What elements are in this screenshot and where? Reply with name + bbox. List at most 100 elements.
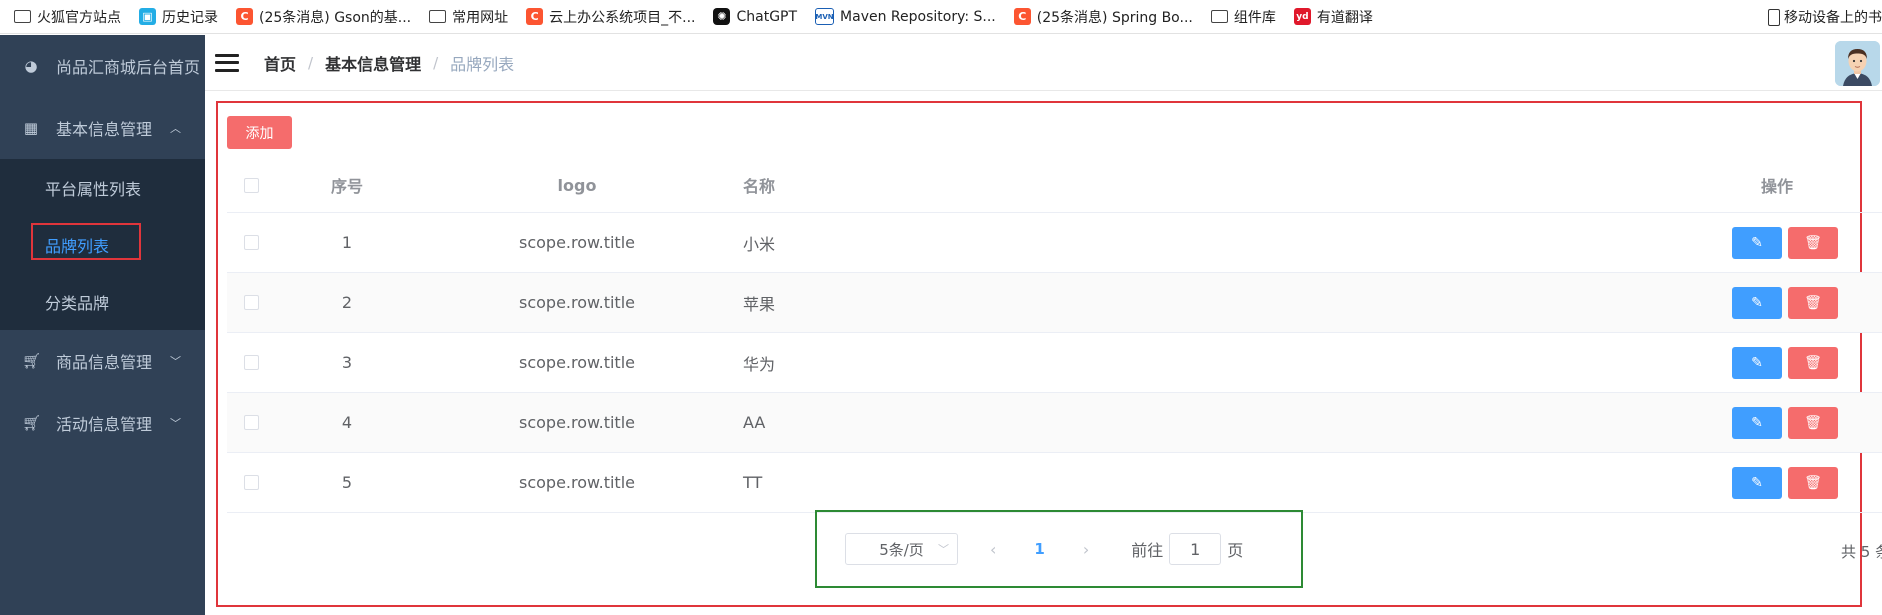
total-count: 共 5 条 xyxy=(1841,543,1882,561)
breadcrumb-current: 品牌列表 xyxy=(450,54,515,74)
row-index: 4 xyxy=(341,413,353,432)
sidebar-subitem-category-brand[interactable]: 分类品牌 xyxy=(0,273,205,330)
edit-icon: ✎ xyxy=(1751,354,1763,371)
header-index: 序号 xyxy=(330,177,363,196)
folder-icon xyxy=(429,10,447,23)
sidebar-subitem-brand-list[interactable]: 品牌列表 xyxy=(0,216,205,273)
table-row: 5 scope.row.title TT ✎ 🗑︎ xyxy=(227,453,1882,513)
delete-button[interactable]: 🗑︎ xyxy=(1788,466,1838,499)
avatar[interactable] xyxy=(1835,41,1880,86)
bookmark-label: ChatGPT xyxy=(736,8,798,25)
edit-button[interactable]: ✎ xyxy=(1732,226,1782,259)
edit-button[interactable]: ✎ xyxy=(1732,406,1782,439)
next-page-icon[interactable]: › xyxy=(1083,540,1089,559)
bookmark-label: 组件库 xyxy=(1233,9,1276,26)
page-number[interactable]: 1 xyxy=(1034,540,1044,558)
sidebar-item-home[interactable]: ◕ 尚品汇商城后台首页 xyxy=(0,35,205,97)
row-check-cell xyxy=(241,453,261,512)
prev-page-icon[interactable]: ‹ xyxy=(990,540,996,559)
goto-label: 前往 xyxy=(1131,541,1164,560)
row-name: 苹果 xyxy=(743,294,776,314)
bookmark-label: 常用网址 xyxy=(452,9,509,26)
bookmark-item[interactable]: ▣ 历史记录 xyxy=(139,7,218,27)
row-check-cell xyxy=(241,213,261,272)
mobile-bookmarks-label: 移动设备上的书 xyxy=(1784,10,1882,26)
brand-table: 序号 logo 名称 操作 1 scope.row.title 小米 ✎ 🗑︎ … xyxy=(227,158,1882,513)
bookmark-label: Maven Repository: S... xyxy=(840,8,996,25)
row-checkbox[interactable] xyxy=(243,475,259,490)
edit-icon: ✎ xyxy=(1751,414,1763,431)
edit-icon: ✎ xyxy=(1751,474,1763,491)
header-logo: logo xyxy=(557,175,597,195)
row-logo: scope.row.title xyxy=(518,233,635,252)
bookmark-item[interactable]: ✺ ChatGPT xyxy=(713,8,797,25)
row-checkbox[interactable] xyxy=(243,235,259,250)
sidebar-item-label: 基本信息管理 xyxy=(56,120,153,139)
sidebar-item-product-info[interactable]: 🛒︎ 商品信息管理 ﹀ xyxy=(0,330,205,392)
trash-icon: 🗑︎ xyxy=(1804,354,1822,371)
select-all-checkbox[interactable] xyxy=(243,177,259,193)
bookmark-label: 有道翻译 xyxy=(1316,9,1373,26)
bookmark-item[interactable]: C (25条消息) Spring Bo... xyxy=(1013,7,1193,27)
row-check-cell xyxy=(241,273,261,332)
add-button[interactable]: 添加 xyxy=(227,116,292,149)
bookmark-label: (25条消息) Gson的基... xyxy=(259,9,412,26)
row-index: 2 xyxy=(341,293,353,312)
breadcrumb-basic-info[interactable]: 基本信息管理 xyxy=(325,51,421,75)
delete-button[interactable]: 🗑︎ xyxy=(1788,346,1838,379)
sidebar-item-label: 活动信息管理 xyxy=(56,415,153,434)
row-name: 华为 xyxy=(743,354,776,374)
row-logo: scope.row.title xyxy=(518,413,635,432)
trash-icon: 🗑︎ xyxy=(1804,474,1822,491)
folder-icon xyxy=(1210,10,1228,23)
row-actions: ✎ 🗑︎ xyxy=(1732,333,1872,392)
delete-button[interactable]: 🗑︎ xyxy=(1788,406,1838,439)
grid-icon: ▦ xyxy=(23,119,39,137)
maven-icon: MVN xyxy=(815,8,835,25)
folder-icon xyxy=(14,10,31,23)
sidebar-item-activity-info[interactable]: 🛒︎ 活动信息管理 ﹀ xyxy=(0,392,205,454)
edit-button[interactable]: ✎ xyxy=(1732,346,1782,379)
cart-icon: 🛒︎ xyxy=(22,414,42,432)
breadcrumb-home[interactable]: 首页 xyxy=(264,51,296,75)
bookmark-item[interactable]: MVN Maven Repository: S... xyxy=(815,8,996,25)
table-row: 1 scope.row.title 小米 ✎ 🗑︎ xyxy=(227,213,1882,273)
header-name: 名称 xyxy=(743,177,776,196)
row-check-cell xyxy=(241,393,261,452)
sidebar-item-label: 商品信息管理 xyxy=(56,353,153,372)
row-checkbox[interactable] xyxy=(243,355,259,370)
sidebar-item-basic-info[interactable]: ▦ 基本信息管理 ︿ xyxy=(0,97,205,159)
cart-icon: 🛒︎ xyxy=(22,352,42,370)
bookmark-item[interactable]: 火狐官方站点 xyxy=(14,7,121,27)
edit-icon: ✎ xyxy=(1751,294,1763,311)
page-size-select[interactable]: 5条/页 ﹀ xyxy=(845,533,958,565)
sidebar-subitem-attr-list[interactable]: 平台属性列表 xyxy=(0,159,205,216)
table-header: 序号 logo 名称 操作 xyxy=(227,158,1882,213)
row-name: AA xyxy=(743,413,766,432)
mobile-bookmarks[interactable]: 移动设备上的书 xyxy=(1768,0,1882,33)
bookmark-item[interactable]: C 云上办公系统项目_不... xyxy=(526,7,695,27)
row-checkbox[interactable] xyxy=(243,415,259,430)
bookmark-item[interactable]: 常用网址 xyxy=(429,7,508,27)
pagination: 5条/页 ﹀ ‹ 1 › 前往 1 页 xyxy=(817,512,1301,586)
header-operations: 操作 xyxy=(1760,177,1793,196)
pagination-highlight-box: 5条/页 ﹀ ‹ 1 › 前往 1 页 xyxy=(815,510,1303,588)
phone-icon xyxy=(1768,8,1780,26)
row-checkbox[interactable] xyxy=(243,295,259,310)
edit-button[interactable]: ✎ xyxy=(1732,286,1782,319)
sidebar-item-label: 尚品汇商城后台首页 xyxy=(56,58,201,77)
csdn-icon: C xyxy=(1013,8,1031,25)
row-index: 3 xyxy=(341,353,353,372)
avatar-image xyxy=(1835,41,1880,86)
edit-button[interactable]: ✎ xyxy=(1732,466,1782,499)
delete-button[interactable]: 🗑︎ xyxy=(1788,226,1838,259)
row-actions: ✎ 🗑︎ xyxy=(1732,213,1872,272)
goto-page-input[interactable]: 1 xyxy=(1169,533,1222,565)
csdn-icon: C xyxy=(526,8,544,25)
bookmark-item[interactable]: C (25条消息) Gson的基... xyxy=(236,7,411,27)
delete-button[interactable]: 🗑︎ xyxy=(1788,286,1838,319)
page-unit-label: 页 xyxy=(1227,541,1244,560)
hamburger-icon[interactable] xyxy=(215,53,239,72)
bookmark-item[interactable]: yd 有道翻译 xyxy=(1293,7,1373,27)
bookmark-item[interactable]: 组件库 xyxy=(1210,7,1276,27)
